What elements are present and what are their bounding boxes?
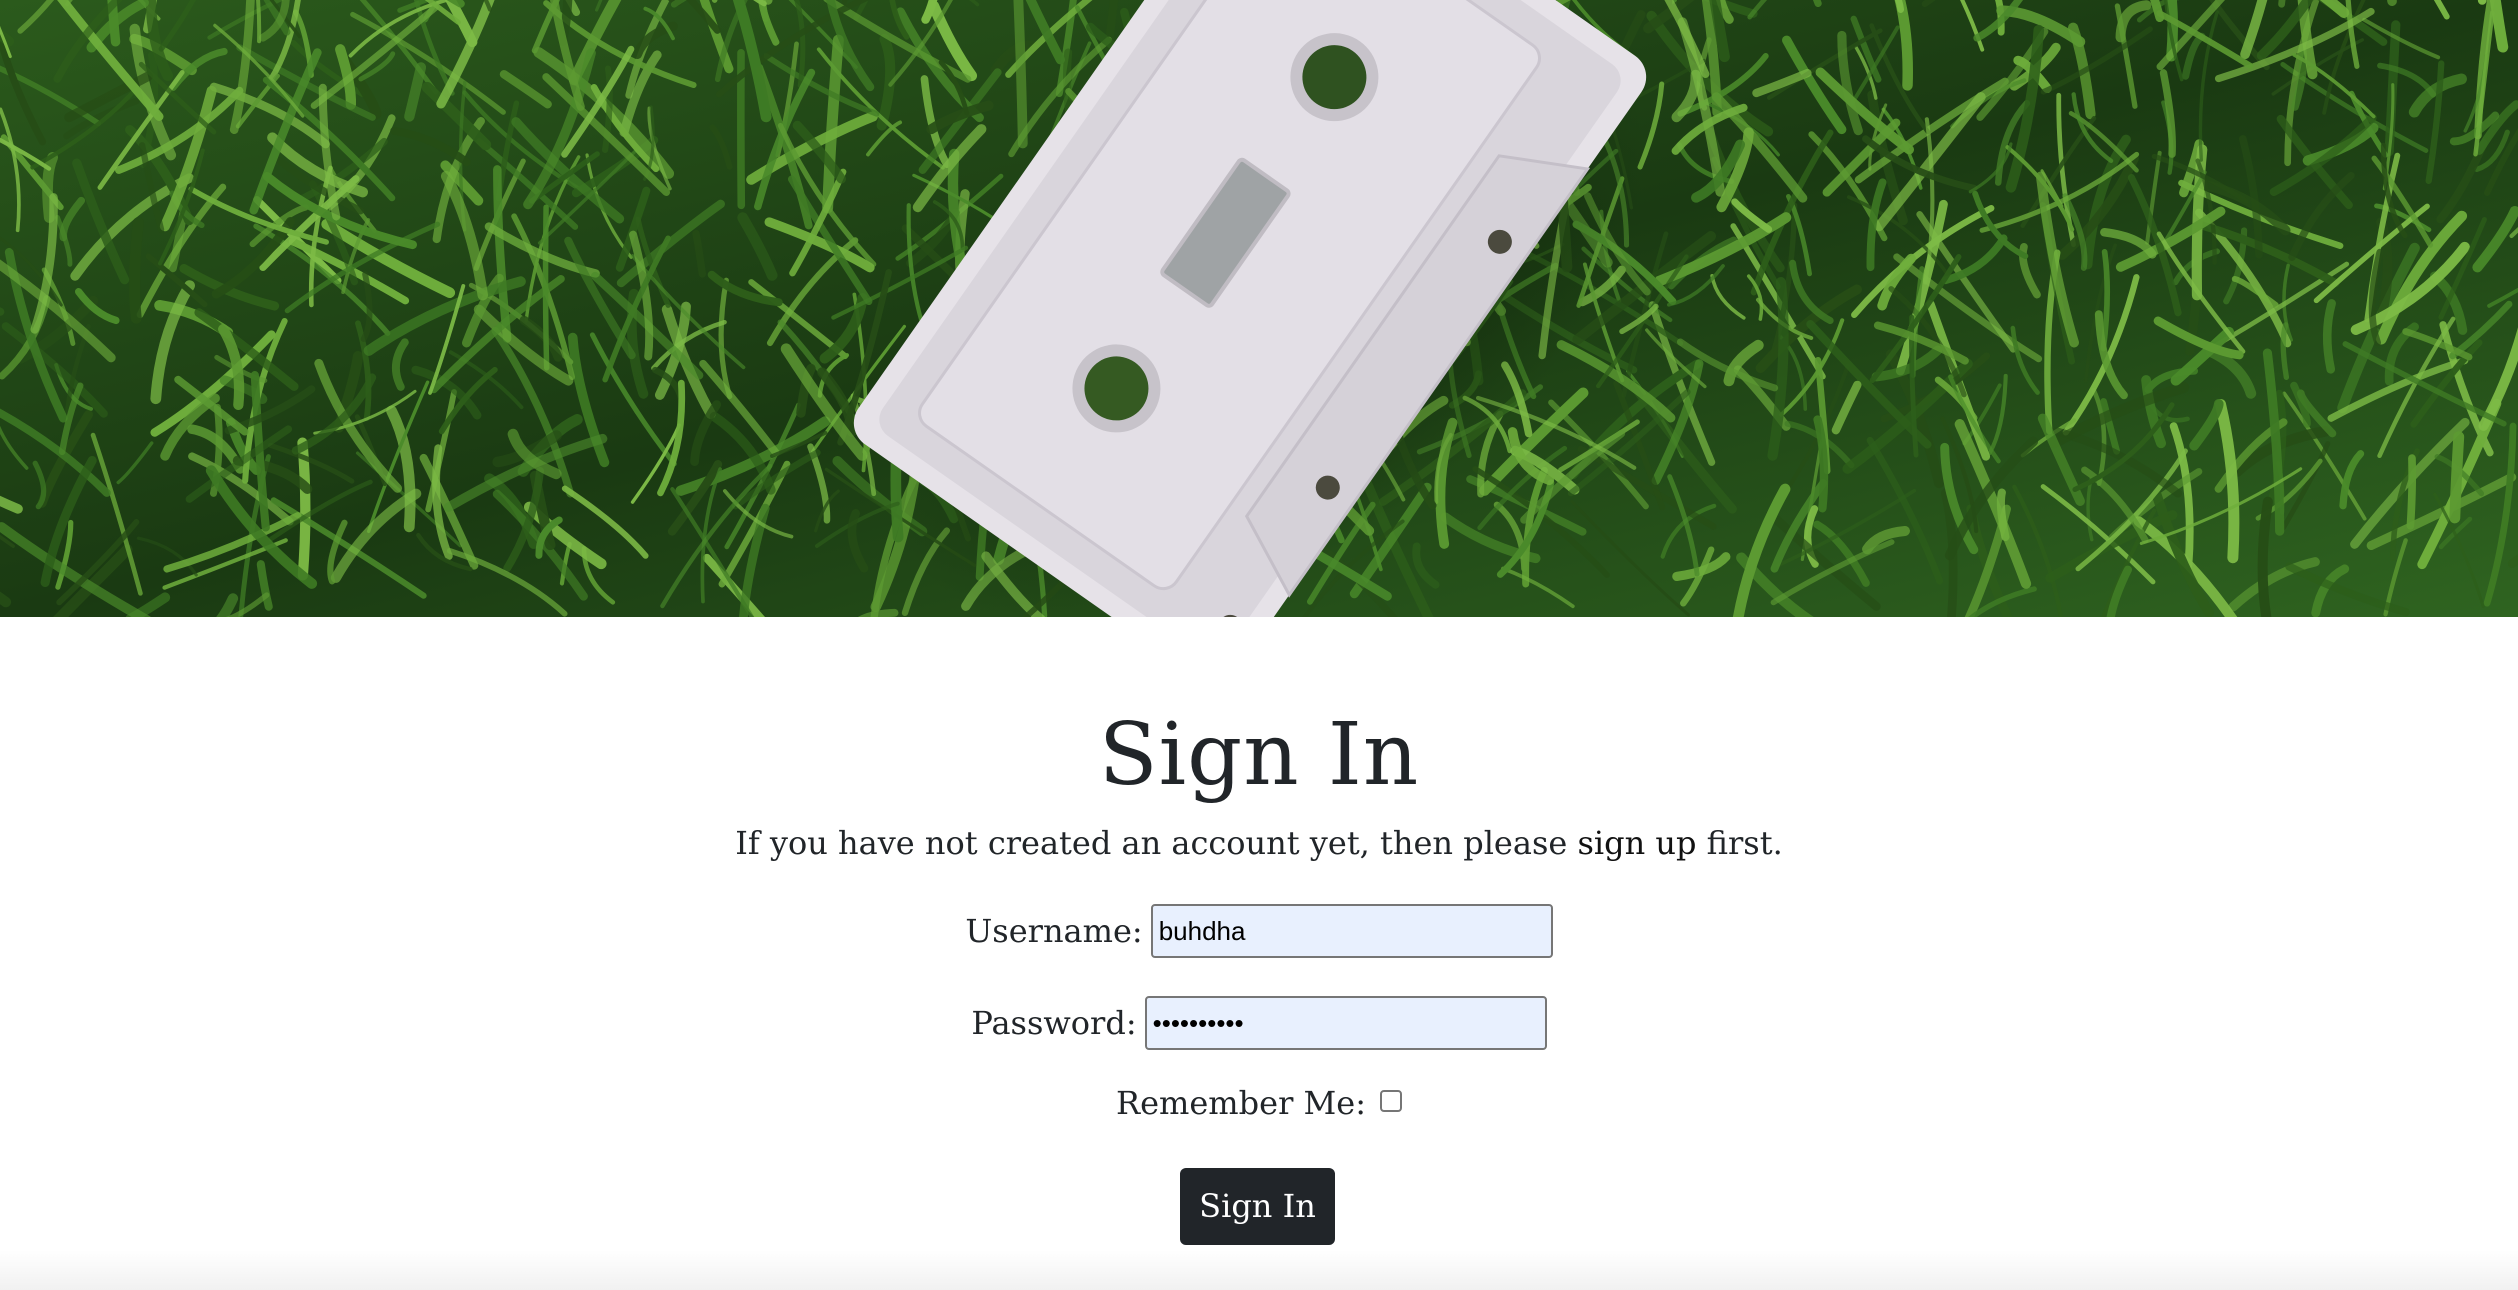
sign-up-link[interactable]: sign up	[1577, 824, 1696, 862]
signin-section: Sign In If you have not created an accou…	[0, 617, 2518, 1290]
sign-in-button[interactable]: Sign In	[1180, 1168, 1335, 1245]
password-row: Password:	[0, 996, 2518, 1050]
hero-banner	[0, 0, 2518, 617]
remember-me-label: Remember Me:	[1115, 1084, 1367, 1122]
password-label: Password:	[971, 1004, 1137, 1042]
remember-me-checkbox[interactable]	[1380, 1090, 1403, 1112]
username-label: Username:	[965, 912, 1143, 950]
username-input[interactable]	[1150, 904, 1553, 958]
page-bottom-fade	[0, 1250, 2518, 1290]
page-title: Sign In	[1098, 705, 1420, 805]
intro-text-before: If you have not created an account yet, …	[735, 824, 1578, 862]
intro-text-after: first.	[1696, 824, 1783, 862]
password-input[interactable]	[1144, 996, 1547, 1050]
signup-prompt: If you have not created an account yet, …	[0, 827, 2518, 859]
cassette-on-grass-image	[0, 0, 2518, 617]
remember-row: Remember Me:	[0, 1084, 2518, 1122]
username-row: Username:	[0, 904, 2518, 958]
